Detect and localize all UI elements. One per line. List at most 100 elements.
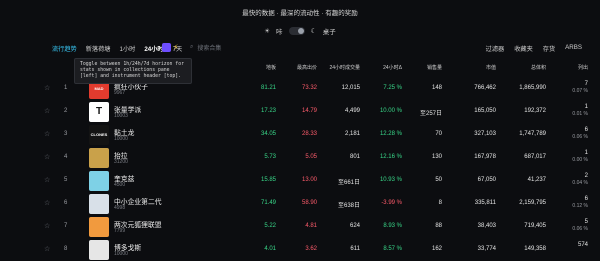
total-volume: 41,237 (527, 177, 546, 183)
floor-price: 81.21 (260, 85, 276, 91)
sales-count: 148 (431, 85, 442, 91)
change-24h: 10.00 % (379, 108, 402, 114)
listed-number: 1 (584, 150, 588, 156)
toolbar-button[interactable]: 收藏夹 (514, 44, 533, 53)
favorite-star-icon[interactable]: ☆ (44, 84, 50, 92)
table-row[interactable]: ☆ 7 两次元狐狸联盟 7799 5.22 4.81 624 8.93 % 88 38,403 71… (0, 216, 600, 238)
sales-count: 8 (438, 200, 442, 206)
rank: 7 (64, 223, 68, 229)
collection-supply: 31200 (114, 159, 128, 165)
toolbar-button[interactable]: ARBS (565, 44, 582, 53)
col-floor[interactable]: 地板 (266, 64, 276, 71)
col-top-bid[interactable]: 最高出价 (297, 64, 317, 71)
top-bid: 58.90 (301, 200, 317, 206)
favorite-star-icon[interactable]: ☆ (44, 199, 50, 207)
theme-right-label: 桌子 (322, 29, 336, 36)
collection-supply: 4500 (114, 182, 126, 188)
table-row[interactable]: ☆ 4 抬拉 31200 5.73 5.05 801 12.16 % 130 167,978 687… (0, 147, 600, 169)
lightning-icon[interactable]: ⚡ (173, 43, 179, 52)
page-banner: 最快的数据 · 最深的流动性 · 有趣的奖励 (242, 10, 358, 17)
solana-chain-icon[interactable] (162, 43, 171, 52)
listed-number: 1 (584, 104, 588, 110)
market-cap: 38,403 (477, 223, 496, 229)
logo-text: T (95, 106, 103, 117)
rank: 8 (64, 246, 68, 252)
col-chg24[interactable]: 24小时Δ (383, 64, 402, 71)
listed-number: 7 (584, 81, 588, 87)
collection-logo (89, 148, 109, 168)
favorite-star-icon[interactable]: ☆ (44, 222, 50, 230)
col-mcap[interactable]: 市值 (486, 64, 496, 71)
volume-24h: 2,181 (344, 131, 360, 137)
collection-logo: T (89, 102, 109, 122)
market-cap: 67,050 (477, 177, 496, 183)
table-row[interactable]: ☆ 5 奎克兹 4500 15.85 13.00 至661日 10.93 % 50 67,050 4… (0, 170, 600, 192)
collection-supply: 9967 (114, 90, 126, 96)
collection-supply: 7799 (114, 228, 126, 234)
rank: 2 (64, 108, 68, 114)
total-volume: 687,017 (524, 154, 546, 160)
search-field[interactable]: ⌕ 搜索合集 (190, 42, 370, 53)
rank: 3 (64, 131, 68, 137)
volume-24h: 611 (350, 246, 360, 252)
toolbar-button[interactable]: 过滤器 (486, 44, 505, 53)
listed-count: 5 0.06 % (572, 219, 588, 233)
table-row[interactable]: ☆ 8 博多戈斯 10000 4.01 3.62 611 8.57 % 162 33,774 149… (0, 239, 600, 261)
total-volume: 719,405 (524, 223, 546, 229)
tab-timeframe[interactable]: 24小时 (144, 44, 163, 53)
change-24h: 8.93 % (383, 223, 402, 229)
listed-number: 574 (577, 242, 588, 248)
timeframe-tooltip: Toggle between 1h/24h/7d horizon for sta… (74, 58, 192, 84)
moon-icon: ☾ (310, 28, 317, 35)
favorite-star-icon[interactable]: ☆ (44, 130, 50, 138)
collection-supply: 10003 (114, 113, 128, 119)
total-volume: 149,358 (524, 246, 546, 252)
toolbar-button[interactable]: 存货 (543, 44, 555, 53)
listed-number: 6 (584, 196, 588, 202)
logo-text: CLONES (90, 132, 108, 137)
top-bid: 13.00 (301, 177, 317, 183)
sales-count: 162 (431, 246, 442, 252)
favorite-star-icon[interactable]: ☆ (44, 107, 50, 115)
listed-count: 7 0.07 % (572, 81, 588, 95)
col-total-vol[interactable]: 总体积 (531, 64, 546, 71)
top-bid: 14.79 (301, 108, 317, 114)
favorite-star-icon[interactable]: ☆ (44, 245, 50, 253)
rank: 5 (64, 177, 68, 183)
tab-timeframe[interactable]: 流行趋势 (52, 44, 77, 53)
floor-price: 15.85 (260, 177, 276, 183)
market-cap: 165,050 (474, 108, 496, 114)
collection-supply: 10000 (114, 136, 128, 142)
floor-price: 17.23 (260, 108, 276, 114)
listed-percent: 0.12 % (572, 203, 588, 209)
theme-switch[interactable] (288, 27, 305, 35)
floor-price: 5.22 (264, 223, 276, 229)
listed-count: 6 0.12 % (572, 196, 588, 210)
table-row[interactable]: ☆ 2 T 张量学派 10003 17.23 14.79 4,499 10.00 % 至257日 1… (0, 101, 600, 123)
change-24h: -3.99 % (381, 200, 402, 206)
sales-count: 70 (435, 131, 442, 137)
listed-count: 574 (578, 242, 588, 249)
col-sales[interactable]: 销售量 (427, 64, 442, 71)
tab-timeframe[interactable]: 1小时 (120, 44, 136, 53)
table-row[interactable]: ☆ 3 CLONES 黏土龙 10000 34.05 28.33 2,181 12.28 % 70… (0, 124, 600, 146)
top-bid: 3.62 (305, 246, 317, 252)
table-row[interactable]: ☆ 6 中小企业第二代 4998 71.49 58.90 至638日 -3.99 % 8 335,… (0, 193, 600, 215)
volume-24h: 624 (349, 223, 360, 229)
collection-logo (89, 240, 109, 260)
sun-icon: ☀ (264, 28, 271, 35)
collection-supply: 10000 (114, 251, 128, 257)
top-bid: 28.33 (301, 131, 317, 137)
listed-number: 5 (584, 219, 588, 225)
col-listed[interactable]: 列出 (578, 64, 588, 71)
favorite-star-icon[interactable]: ☆ (44, 176, 50, 184)
top-bid: 73.32 (301, 85, 317, 91)
col-vol24[interactable]: 24小时成交量 (329, 64, 360, 71)
listed-count: 6 0.06 % (572, 127, 588, 141)
total-volume: 1,747,789 (519, 131, 546, 137)
tab-timeframe[interactable]: 新落荷塘 (86, 44, 111, 53)
listed-number: 6 (584, 127, 588, 133)
theme-toggle-row: ☀ 咔 ☾ 桌子 (0, 26, 600, 36)
favorite-star-icon[interactable]: ☆ (44, 153, 50, 161)
theme-left-label: 咔 (276, 29, 283, 36)
